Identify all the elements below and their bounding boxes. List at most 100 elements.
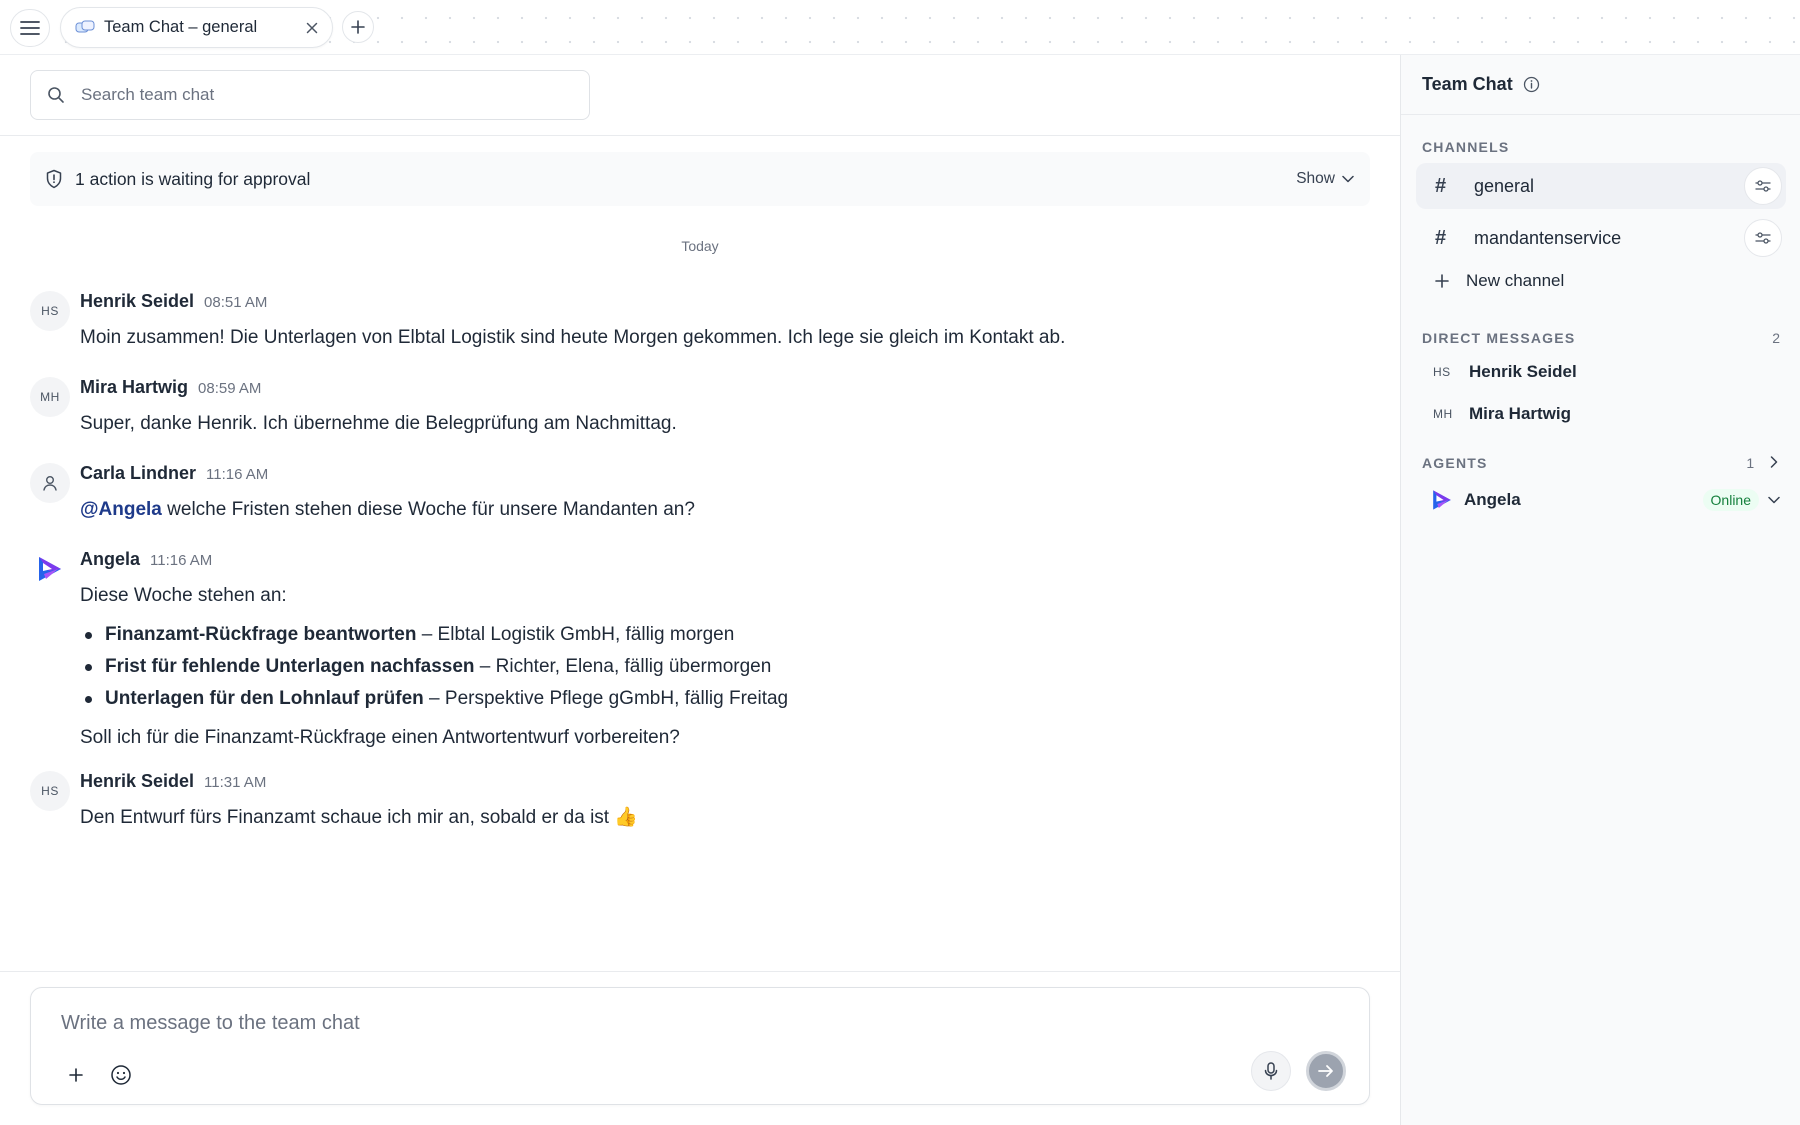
shield-icon <box>46 169 62 189</box>
approval-text: 1 action is waiting for approval <box>75 168 311 189</box>
sliders-icon <box>1755 180 1771 192</box>
agents-heading: AGENTS <box>1422 455 1488 471</box>
agent-item-angela[interactable]: Angela Online <box>1416 480 1786 520</box>
chevron-right-icon <box>1770 456 1778 468</box>
dm-name: Mira Hartwig <box>1469 404 1572 423</box>
agents-expand-button[interactable]: 1 <box>1746 455 1778 471</box>
search-box[interactable] <box>30 70 590 120</box>
user-icon <box>43 476 57 491</box>
message-time: 11:16 AM <box>206 466 269 483</box>
sliders-icon <box>1755 232 1771 244</box>
plus-icon <box>69 1068 83 1082</box>
message-text: Den Entwurf fürs Finanzamt schaue ich mi… <box>80 807 639 828</box>
plus-icon <box>351 20 365 34</box>
message-time: 08:59 AM <box>198 380 262 397</box>
message-text: Diese Woche stehen an: Finanzamt-Rückfra… <box>80 583 788 751</box>
message-author: Henrik Seidel <box>80 291 195 311</box>
approval-banner: 1 action is waiting for approval Show <box>30 152 1370 206</box>
channel-item-mandantenservice[interactable]: # mandantenservice <box>1416 215 1786 261</box>
chevron-down-icon <box>1342 175 1354 183</box>
direct-messages-heading: DIRECT MESSAGES <box>1422 330 1576 346</box>
list-item: Frist für fehlende Unterlagen nachfassen… <box>80 651 788 683</box>
chevron-down-icon <box>1768 496 1780 504</box>
approval-show-button[interactable]: Show <box>1296 166 1354 192</box>
close-icon <box>306 22 318 34</box>
hash-icon: # <box>1435 174 1447 197</box>
hash-icon: # <box>1435 226 1447 249</box>
emoji-button[interactable] <box>106 1060 136 1090</box>
message-header: Carla Lindner 11:16 AM <box>80 463 268 484</box>
list-item-detail: – Elbtal Logistik GmbH, fällig morgen <box>416 624 735 645</box>
sidebar-header: Team Chat <box>1401 55 1800 115</box>
channel-item-general[interactable]: # general <box>1416 163 1786 209</box>
chat-bubbles-icon <box>75 20 95 32</box>
avatar: HS <box>30 291 70 331</box>
info-icon <box>1523 76 1539 93</box>
message-time: 11:31 AM <box>204 774 267 791</box>
message: Carla Lindner 11:16 AM @Angela welche Fr… <box>30 463 1370 533</box>
voice-button[interactable] <box>1251 1051 1291 1091</box>
send-button[interactable] <box>1306 1051 1346 1091</box>
angela-logo-icon <box>1433 490 1451 510</box>
dm-item-henrik-seidel[interactable]: HS Henrik Seidel <box>1416 354 1786 390</box>
attach-button[interactable] <box>61 1060 91 1090</box>
approval-show-label: Show <box>1296 170 1335 187</box>
channel-name: general <box>1474 175 1535 196</box>
dm-avatar: MH <box>1433 407 1453 421</box>
microphone-icon <box>1264 1062 1278 1080</box>
message-time: 08:51 AM <box>204 294 268 311</box>
direct-messages-count: 2 <box>1772 330 1780 346</box>
message-author: Angela <box>80 549 141 569</box>
message-text-rest: welche Fristen stehen diese Woche für un… <box>161 499 695 520</box>
message-followup: Soll ich für die Finanzamt-Rückfrage ein… <box>80 727 680 748</box>
info-button[interactable] <box>1523 76 1540 93</box>
mention-angela[interactable]: @Angela <box>80 499 162 520</box>
divider <box>0 135 1400 136</box>
avatar: MH <box>30 377 70 417</box>
new-channel-button[interactable]: New channel <box>1416 263 1786 299</box>
angela-logo-icon <box>39 557 61 581</box>
date-separator: Today <box>681 238 719 254</box>
avatar: HS <box>30 771 70 811</box>
menu-button[interactable] <box>10 9 50 47</box>
message: HS Henrik Seidel 08:51 AM Moin zusammen!… <box>30 291 1370 361</box>
message-time: 11:16 AM <box>150 552 213 569</box>
list-item-detail: – Richter, Elena, fällig übermorgen <box>474 656 772 677</box>
list-item-title: Frist für fehlende Unterlagen nachfassen <box>105 656 475 677</box>
message-author: Henrik Seidel <box>80 771 195 791</box>
channel-settings-button[interactable] <box>1744 167 1782 205</box>
message-text: Super, danke Henrik. Ich übernehme die B… <box>80 413 677 434</box>
agent-name: Angela <box>1464 490 1521 509</box>
list-item: Finanzamt-Rückfrage beantworten – Elbtal… <box>80 619 788 651</box>
dm-avatar: HS <box>1433 365 1451 379</box>
list-item: Unterlagen für den Lohnlauf prüfen – Per… <box>80 683 788 715</box>
message: MH Mira Hartwig 08:59 AM Super, danke He… <box>30 377 1370 447</box>
message-header: Mira Hartwig 08:59 AM <box>80 377 261 398</box>
message-author: Carla Lindner <box>80 463 197 483</box>
sidebar-title: Team Chat <box>1422 74 1513 94</box>
plus-icon <box>1435 274 1449 288</box>
tab-team-chat-general[interactable]: Team Chat – general <box>60 7 333 48</box>
message-intro: Diese Woche stehen an: <box>80 585 287 606</box>
message-header: Henrik Seidel 11:31 AM <box>80 771 266 792</box>
message-input[interactable] <box>61 1008 1261 1038</box>
dm-item-mira-hartwig[interactable]: MH Mira Hartwig <box>1416 396 1786 432</box>
list-item-detail: – Perspektive Pflege gGmbH, fällig Freit… <box>423 688 789 709</box>
channel-settings-button[interactable] <box>1744 219 1782 257</box>
agent-expand-button[interactable] <box>1764 490 1784 510</box>
team-chat-sidebar: Team Chat CHANNELS # general # mandanten… <box>1400 55 1800 1125</box>
new-tab-button[interactable] <box>342 11 374 43</box>
chat-main: 1 action is waiting for approval Show To… <box>0 55 1400 1125</box>
message-composer <box>30 987 1370 1105</box>
message-author: Mira Hartwig <box>80 377 189 397</box>
deadline-list: Finanzamt-Rückfrage beantworten – Elbtal… <box>80 619 788 715</box>
search-input[interactable] <box>81 85 541 105</box>
divider <box>0 971 1400 972</box>
message-text: Moin zusammen! Die Unterlagen von Elbtal… <box>80 327 1066 348</box>
channel-name: mandantenservice <box>1474 227 1622 248</box>
tab-label: Team Chat – general <box>104 18 258 36</box>
tab-close-button[interactable] <box>302 18 322 38</box>
hamburger-icon <box>20 21 40 35</box>
new-channel-label: New channel <box>1466 271 1565 290</box>
smiley-icon <box>111 1065 131 1085</box>
